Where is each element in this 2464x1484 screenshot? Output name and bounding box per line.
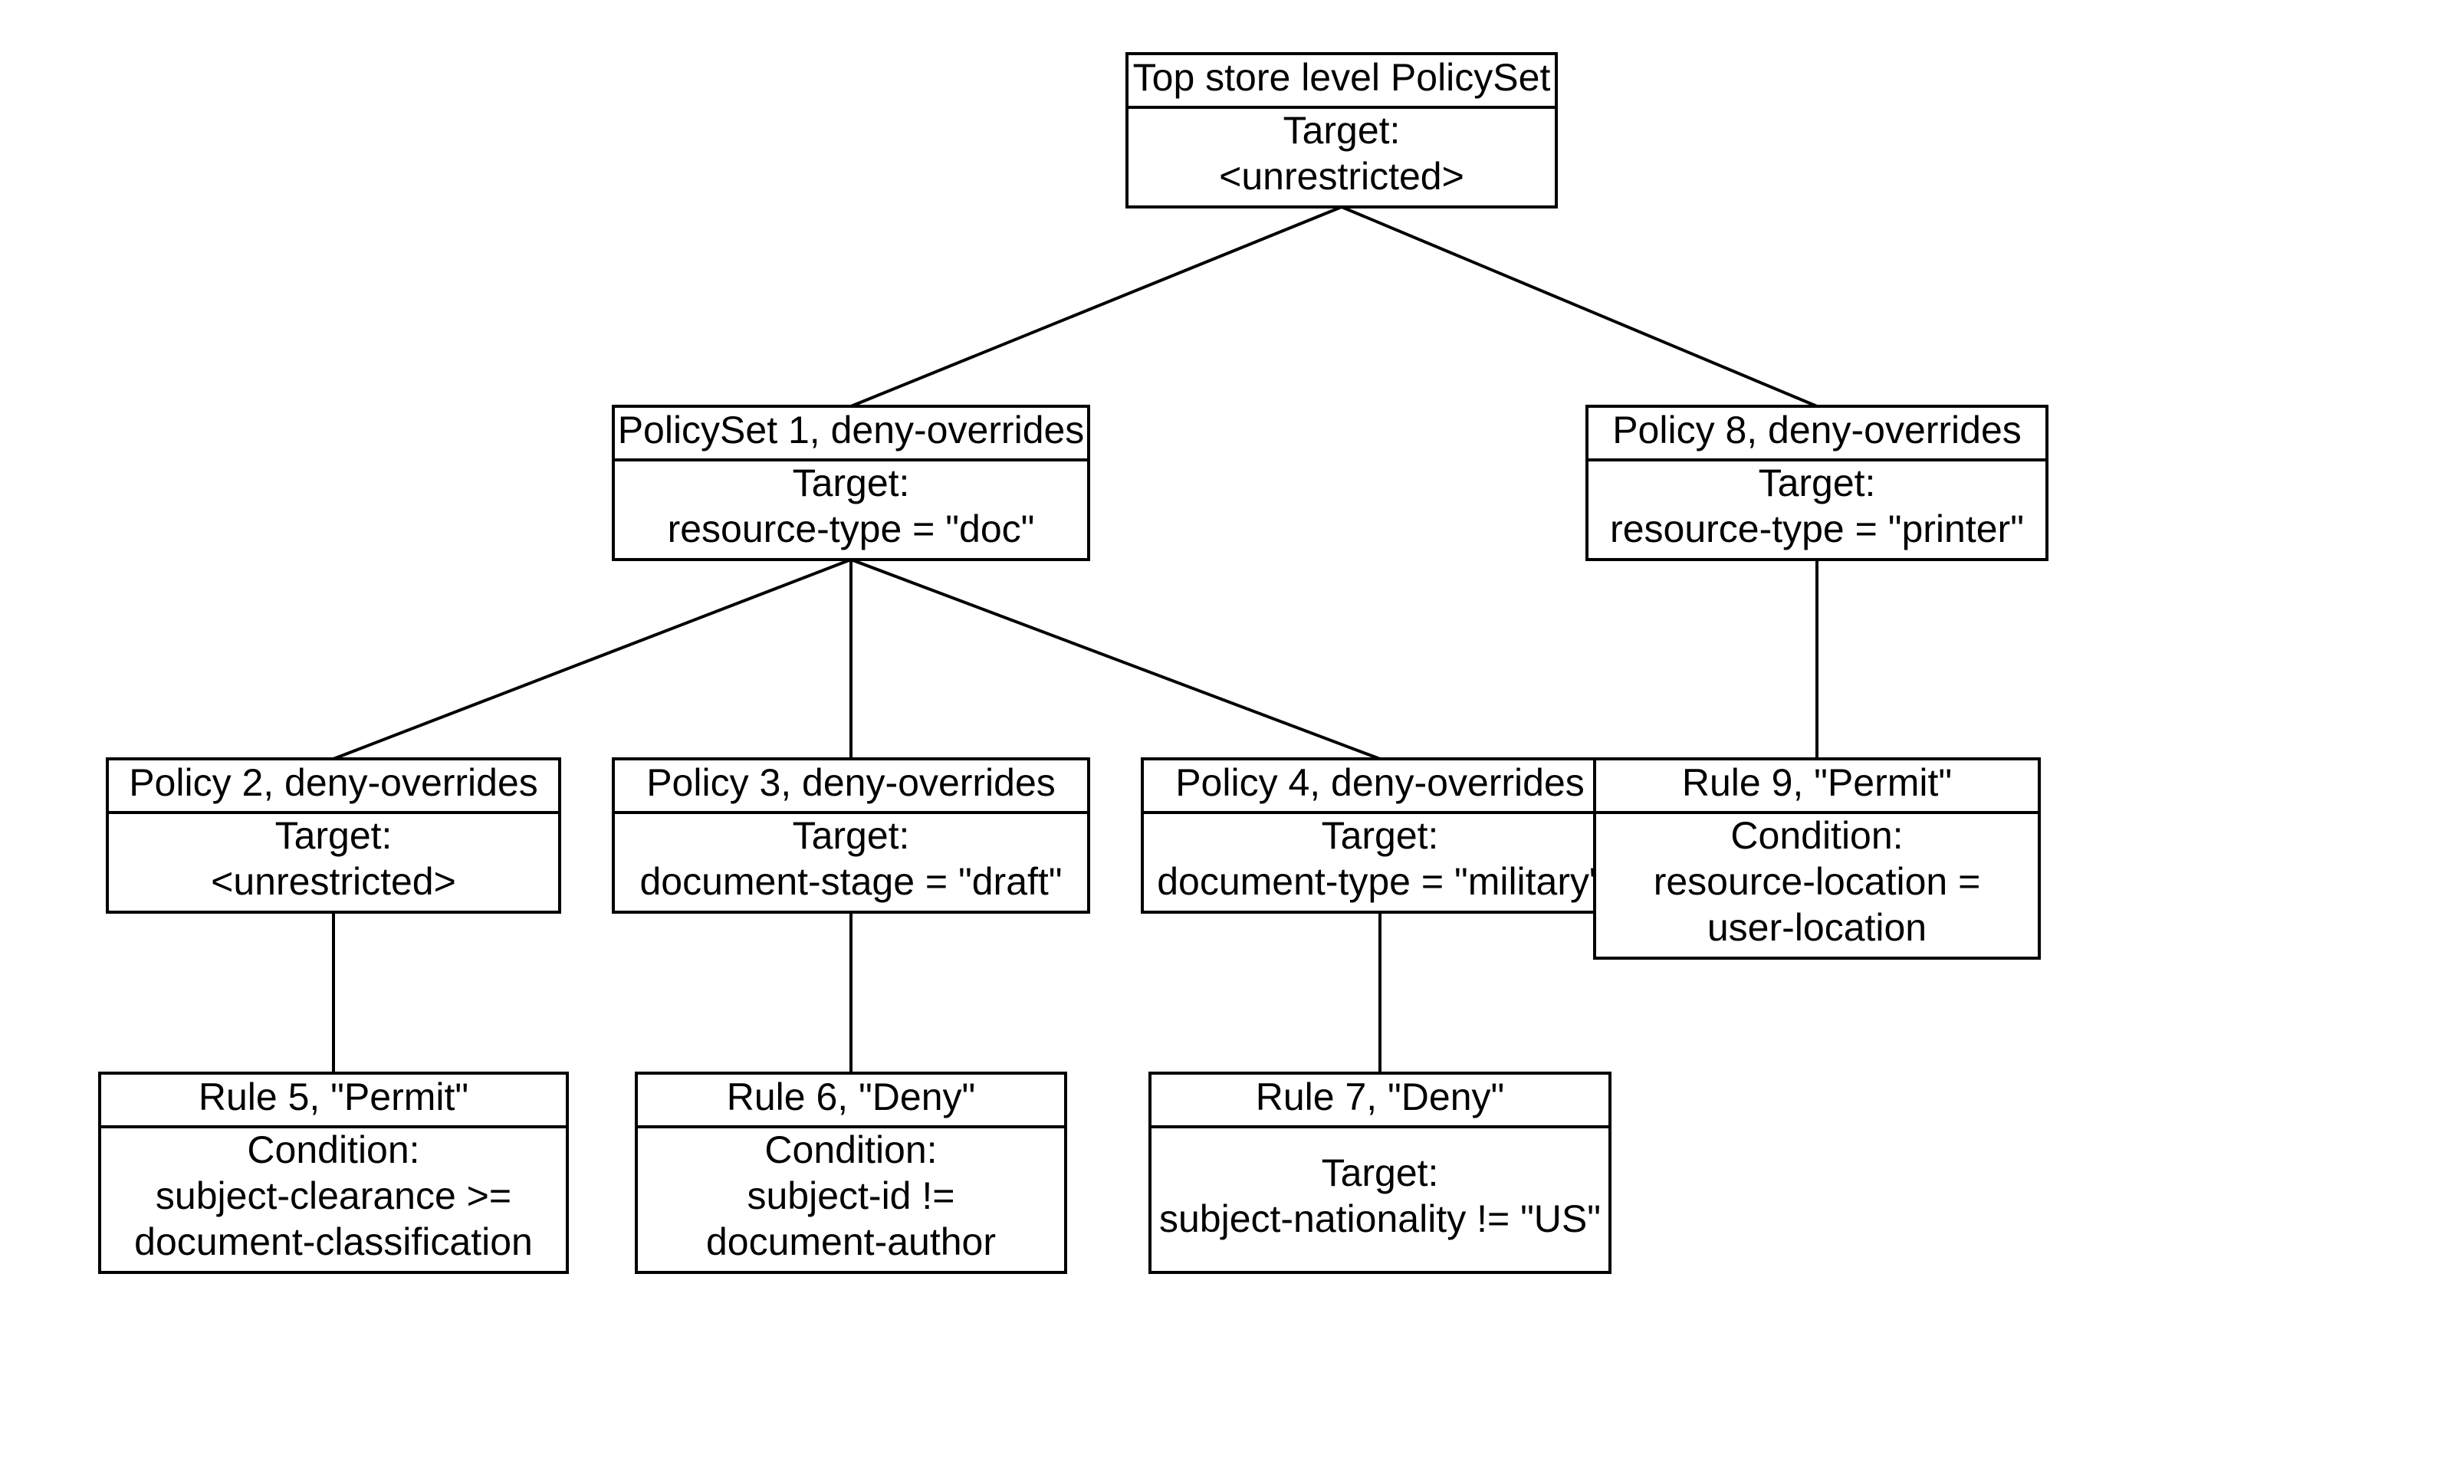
node-rule6: Rule 6, "Deny" Condition:subject-id !=doc… <box>636 1073 1066 1272</box>
node-body-line: resource-type = "doc" <box>668 507 1035 550</box>
edge-root-to-pol8 <box>1342 207 1817 406</box>
node-body-line: subject-clearance >= <box>156 1174 511 1217</box>
node-title: Policy 8, deny-overrides <box>1612 409 2022 451</box>
edge-ps1-to-pol2 <box>333 560 851 759</box>
node-title: Rule 6, "Deny" <box>727 1075 976 1118</box>
node-title: Policy 4, deny-overrides <box>1175 761 1585 804</box>
edge-ps1-to-pol4 <box>851 560 1380 759</box>
node-body-line: resource-type = "printer" <box>1610 507 2024 550</box>
node-body-line: Target: <box>793 461 910 504</box>
node-title: Rule 5, "Permit" <box>199 1075 468 1118</box>
node-root: Top store level PolicySet Target:<unrestr… <box>1127 54 1556 207</box>
node-body-line: document-stage = "draft" <box>639 860 1062 903</box>
node-title: Rule 7, "Deny" <box>1256 1075 1505 1118</box>
node-rule9: Rule 9, "Permit" Condition:resource-locat… <box>1595 759 2039 958</box>
node-body-line: Target: <box>1322 1151 1439 1194</box>
edge-root-to-ps1 <box>851 207 1342 406</box>
node-rule7: Rule 7, "Deny" Target:subject-nationality… <box>1150 1073 1610 1272</box>
node-body-line: Condition: <box>764 1128 937 1171</box>
node-body-line: subject-nationality != "US" <box>1159 1197 1601 1240</box>
node-title: PolicySet 1, deny-overrides <box>618 409 1085 451</box>
node-body-line: Target: <box>1322 814 1439 857</box>
node-body-line: subject-id != <box>747 1174 955 1217</box>
node-body-line: Condition: <box>247 1128 419 1171</box>
node-body-line: Target: <box>275 814 393 857</box>
node-title: Policy 3, deny-overrides <box>646 761 1056 804</box>
node-pol4: Policy 4, deny-overrides Target:document-… <box>1142 759 1618 912</box>
node-body-line: Target: <box>1759 461 1876 504</box>
node-body-line: <unrestricted> <box>211 860 456 903</box>
node-title: Top store level PolicySet <box>1133 56 1551 99</box>
node-title: Rule 9, "Permit" <box>1682 761 1952 804</box>
node-ps1: PolicySet 1, deny-overrides Target:resour… <box>613 406 1089 560</box>
node-pol8: Policy 8, deny-overrides Target:resource-… <box>1587 406 2047 560</box>
policy-tree-diagram: Top store level PolicySetTarget:<unrestr… <box>0 0 2464 1484</box>
node-body-line: Target: <box>1283 109 1401 152</box>
node-body-line: user-location <box>1707 906 1927 949</box>
node-title: Policy 2, deny-overrides <box>129 761 538 804</box>
node-body-line: document-classification <box>134 1220 533 1263</box>
node-body-line: Condition: <box>1730 814 1903 857</box>
nodes-layer: Top store level PolicySetTarget:<unrestr… <box>100 54 2047 1272</box>
node-body-line: document-type = "military" <box>1157 860 1603 903</box>
node-pol3: Policy 3, deny-overrides Target:document-… <box>613 759 1089 912</box>
node-body-line: resource-location = <box>1654 860 1981 903</box>
node-body-line: Target: <box>793 814 910 857</box>
node-pol2: Policy 2, deny-overrides Target:<unrestri… <box>107 759 560 912</box>
node-body-line: document-author <box>706 1220 996 1263</box>
node-rule5: Rule 5, "Permit" Condition:subject-cleara… <box>100 1073 567 1272</box>
node-body-line: <unrestricted> <box>1219 155 1464 198</box>
